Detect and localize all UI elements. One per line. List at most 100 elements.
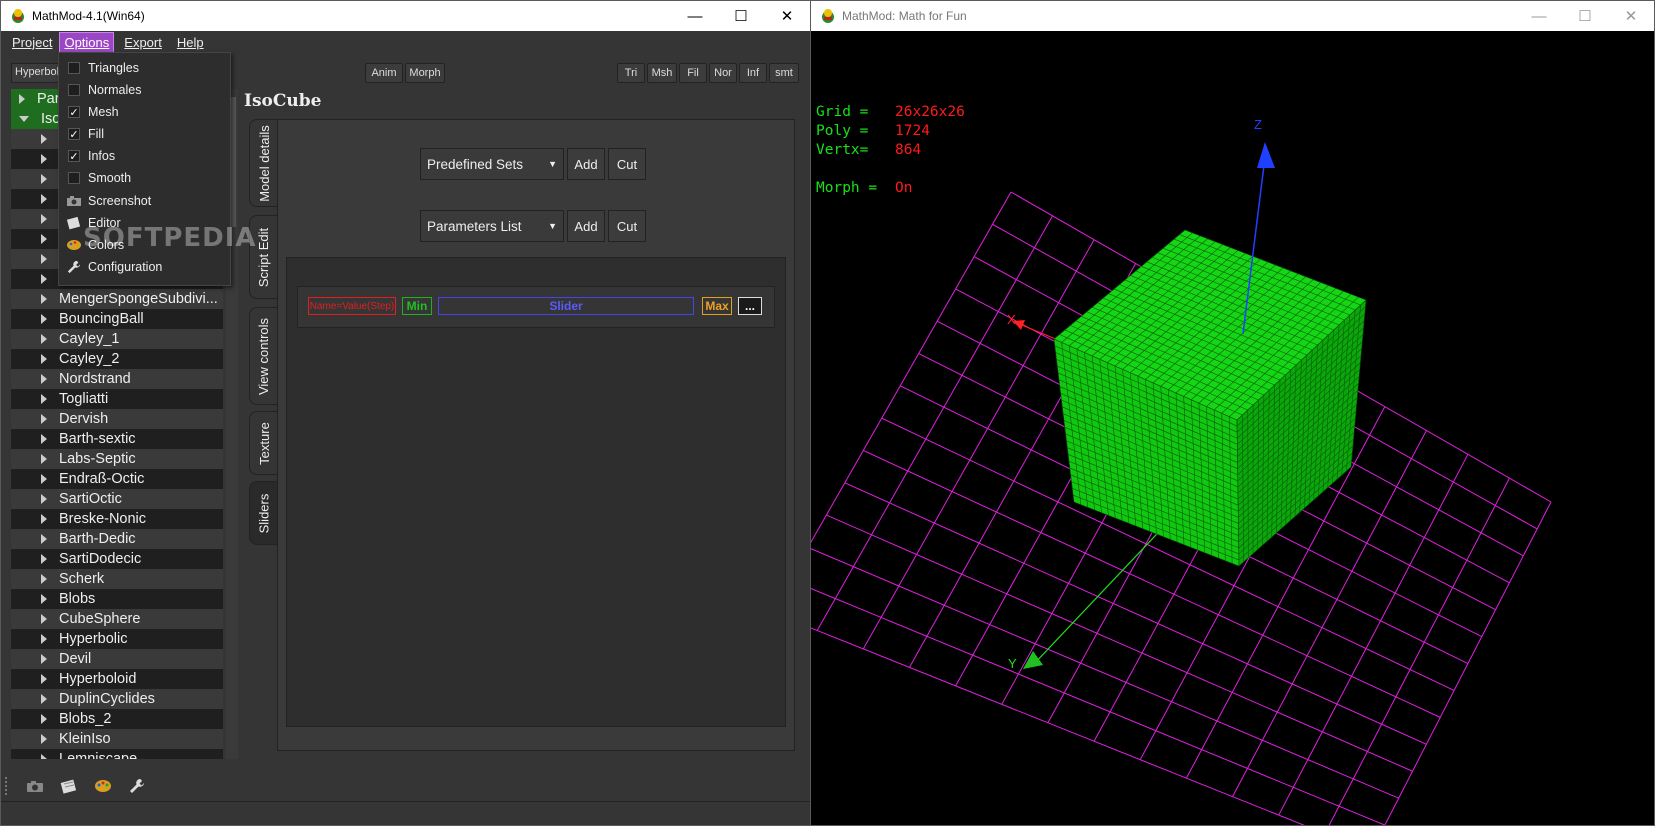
expand-arrow-icon[interactable] (41, 454, 47, 464)
expand-arrow-icon[interactable] (41, 494, 47, 504)
tree-item[interactable]: Breske-Nonic (11, 509, 223, 529)
palette-icon[interactable] (93, 776, 113, 796)
menu-item-screenshot[interactable]: Screenshot (59, 190, 230, 212)
tree-item[interactable]: Lemniscape (11, 749, 223, 759)
3d-viewport[interactable]: Z X Y (811, 32, 1655, 826)
slider-min-field[interactable]: Min (402, 297, 432, 315)
expand-arrow-icon[interactable] (41, 554, 47, 564)
menu-export[interactable]: Export (120, 33, 166, 52)
expand-arrow-icon[interactable] (41, 754, 47, 759)
tree-item[interactable]: Togliatti (11, 389, 223, 409)
expand-arrow-icon[interactable] (41, 674, 47, 684)
camera-icon[interactable] (25, 776, 45, 796)
expand-arrow-icon[interactable] (41, 234, 47, 244)
menu-options[interactable]: Options (59, 31, 115, 53)
close-button[interactable]: ✕ (764, 1, 810, 31)
fil-button[interactable]: Fil (679, 63, 707, 83)
checkbox-icon[interactable] (68, 172, 80, 184)
wrench-icon[interactable] (127, 776, 147, 796)
more-button[interactable]: ... (738, 297, 762, 315)
expand-arrow-icon[interactable] (41, 574, 47, 584)
expand-arrow-icon[interactable] (41, 734, 47, 744)
menu-item-fill[interactable]: ✓ Fill (59, 123, 230, 145)
tree-item[interactable]: Blobs (11, 589, 223, 609)
menu-item-normales[interactable]: Normales (59, 79, 230, 101)
add-set-button[interactable]: Add (567, 148, 605, 180)
tree-item[interactable]: Endraß-Octic (11, 469, 223, 489)
expand-arrow-icon[interactable] (41, 354, 47, 364)
tree-item[interactable]: KleinIso (11, 729, 223, 749)
expand-arrow-icon[interactable] (41, 514, 47, 524)
tree-item[interactable]: BouncingBall (11, 309, 223, 329)
tri-button[interactable]: Tri (617, 63, 645, 83)
tree-item[interactable]: CubeSphere (11, 609, 223, 629)
tab-texture[interactable]: Texture (249, 411, 279, 475)
nor-button[interactable]: Nor (709, 63, 737, 83)
menu-help[interactable]: Help (173, 33, 208, 52)
expand-arrow-icon[interactable] (41, 614, 47, 624)
expand-arrow-icon[interactable] (41, 334, 47, 344)
expand-arrow-icon[interactable] (41, 314, 47, 324)
anim-button[interactable]: Anim (365, 63, 403, 83)
tree-item[interactable]: SartiDodecic (11, 549, 223, 569)
expand-arrow-icon[interactable] (41, 634, 47, 644)
minimize-button[interactable]: — (1516, 1, 1562, 31)
menu-item-triangles[interactable]: Triangles (59, 57, 230, 79)
notepad-icon[interactable] (59, 776, 79, 796)
menu-project[interactable]: Project (8, 33, 56, 52)
add-param-button[interactable]: Add (567, 210, 605, 242)
maximize-button[interactable]: ☐ (718, 1, 764, 31)
expand-arrow-icon[interactable] (41, 274, 47, 284)
tree-item[interactable]: Nordstrand (11, 369, 223, 389)
smt-button[interactable]: smt (769, 63, 799, 83)
morph-button[interactable]: Morph (405, 63, 445, 83)
tree-item[interactable]: Dervish (11, 409, 223, 429)
close-button[interactable]: ✕ (1608, 1, 1654, 31)
expand-arrow-icon[interactable] (41, 714, 47, 724)
tab-model-details[interactable]: Model details (249, 119, 279, 207)
tree-item[interactable]: Scherk (11, 569, 223, 589)
expand-arrow-icon[interactable] (41, 434, 47, 444)
msh-button[interactable]: Msh (647, 63, 677, 83)
cut-set-button[interactable]: Cut (608, 148, 646, 180)
tree-item[interactable]: DuplinCyclides (11, 689, 223, 709)
tree-item[interactable]: SartiOctic (11, 489, 223, 509)
expand-arrow-icon[interactable] (41, 394, 47, 404)
expand-arrow-icon[interactable] (41, 194, 47, 204)
tab-sliders[interactable]: Sliders (249, 481, 279, 545)
expand-arrow-icon[interactable] (41, 134, 47, 144)
slider-max-field[interactable]: Max (702, 297, 732, 315)
tree-item[interactable]: Cayley_2 (11, 349, 223, 369)
tree-item[interactable]: Blobs_2 (11, 709, 223, 729)
inf-button[interactable]: Inf (739, 63, 767, 83)
checkmark-icon[interactable]: ✓ (68, 150, 80, 163)
expand-arrow-icon[interactable] (41, 214, 47, 224)
expand-arrow-icon[interactable] (41, 374, 47, 384)
menu-item-smooth[interactable]: Smooth (59, 167, 230, 189)
tree-item[interactable]: MengerSpongeSubdivi... (11, 289, 223, 309)
menu-item-configuration[interactable]: Configuration (59, 256, 230, 278)
expand-arrow-icon[interactable] (41, 294, 47, 304)
tree-item[interactable]: Barth-Dedic (11, 529, 223, 549)
checkbox-icon[interactable] (68, 62, 80, 74)
maximize-button[interactable]: ☐ (1562, 1, 1608, 31)
checkmark-icon[interactable]: ✓ (68, 106, 80, 119)
parameters-list-combo[interactable]: Parameters List ▼ (420, 210, 564, 242)
expand-arrow-icon[interactable] (41, 174, 47, 184)
tree-item[interactable]: Cayley_1 (11, 329, 223, 349)
tree-item[interactable]: Labs-Septic (11, 449, 223, 469)
expand-arrow-icon[interactable] (41, 414, 47, 424)
expand-arrow-icon[interactable] (41, 694, 47, 704)
tree-item[interactable]: Hyperboloid (11, 669, 223, 689)
tree-item[interactable]: Barth-sextic (11, 429, 223, 449)
tree-item[interactable]: Devil (11, 649, 223, 669)
tab-view-controls[interactable]: View controls (249, 307, 279, 405)
expand-arrow-icon[interactable] (19, 94, 25, 104)
menu-item-mesh[interactable]: ✓ Mesh (59, 101, 230, 123)
checkmark-icon[interactable]: ✓ (68, 128, 80, 141)
expand-arrow-icon[interactable] (41, 154, 47, 164)
collapse-arrow-icon[interactable] (19, 116, 29, 122)
cut-param-button[interactable]: Cut (608, 210, 646, 242)
predefined-sets-combo[interactable]: Predefined Sets ▼ (420, 148, 564, 180)
model-type-combo[interactable]: Hyperbol (11, 63, 63, 83)
